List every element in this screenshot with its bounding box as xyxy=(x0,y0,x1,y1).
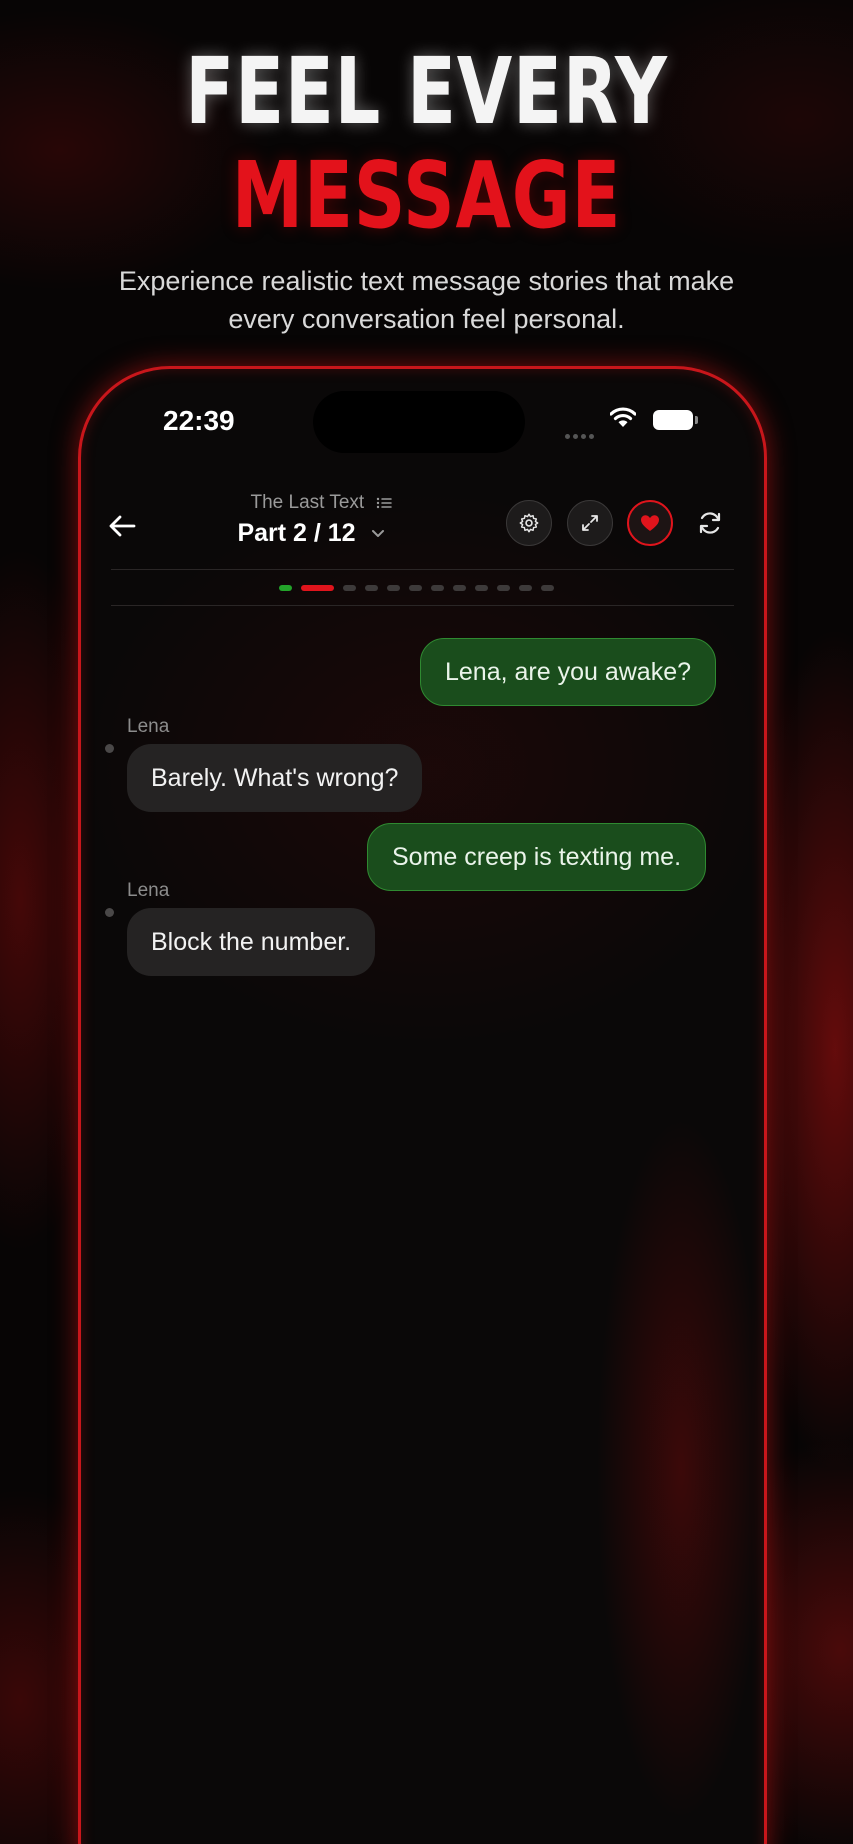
part-selector[interactable]: Part 2 / 12 xyxy=(211,519,411,548)
phone-frame: 22:39 The Last Text Part 2 / 12 Lena, ar… xyxy=(78,366,767,1844)
fullscreen-button[interactable] xyxy=(567,500,613,546)
heart-icon xyxy=(641,515,659,531)
progress-segment xyxy=(387,585,400,591)
progress-segment xyxy=(519,585,532,591)
progress-segment xyxy=(365,585,378,591)
headline-line-1: FEEL EVERY xyxy=(185,38,668,145)
arrow-left-icon xyxy=(109,515,136,537)
sender-dot xyxy=(105,744,114,753)
headline-line-2: MESSAGE xyxy=(231,142,622,249)
message-bubble-outgoing: Lena, are you awake? xyxy=(420,638,717,706)
progress-segment xyxy=(497,585,510,591)
message-bubble-incoming: Block the number. xyxy=(127,908,376,976)
restart-button[interactable] xyxy=(687,500,733,546)
progress-segment xyxy=(409,585,422,591)
gear-icon xyxy=(519,513,539,533)
chevron-down-icon xyxy=(371,530,384,538)
status-time: 22:39 xyxy=(163,405,235,436)
header-divider xyxy=(111,569,734,570)
part-label: Part 2 / 12 xyxy=(237,519,356,547)
progress-segment xyxy=(541,585,554,591)
promo-subtitle: Experience realistic text message storie… xyxy=(118,266,735,334)
message-bubble-outgoing: Some creep is texting me. xyxy=(367,823,707,891)
battery-icon xyxy=(653,410,698,430)
list-icon xyxy=(376,497,392,509)
cellular-signal-icon xyxy=(565,426,601,439)
progress-divider xyxy=(111,605,734,606)
message-bubble-incoming: Barely. What's wrong? xyxy=(127,744,423,812)
progress-segment xyxy=(279,585,292,591)
part-progress xyxy=(279,584,563,592)
expand-icon xyxy=(582,515,598,531)
favorite-button[interactable] xyxy=(627,500,673,546)
wifi-icon xyxy=(610,407,636,427)
sender-dot xyxy=(105,908,114,917)
message-sender: Lena xyxy=(127,880,170,901)
progress-segment xyxy=(431,585,444,591)
refresh-icon xyxy=(699,512,721,534)
progress-segment xyxy=(453,585,466,591)
back-button[interactable] xyxy=(99,503,145,549)
message-sender: Lena xyxy=(127,716,170,737)
progress-segment xyxy=(475,585,488,591)
dynamic-island xyxy=(313,391,525,453)
settings-button[interactable] xyxy=(506,500,552,546)
progress-segment xyxy=(343,585,356,591)
progress-segment xyxy=(301,585,334,591)
story-title-button[interactable]: The Last Text xyxy=(231,492,411,514)
story-title: The Last Text xyxy=(250,492,365,513)
promo-screen: FEEL EVERY MESSAGE Experience realistic … xyxy=(0,0,853,1844)
